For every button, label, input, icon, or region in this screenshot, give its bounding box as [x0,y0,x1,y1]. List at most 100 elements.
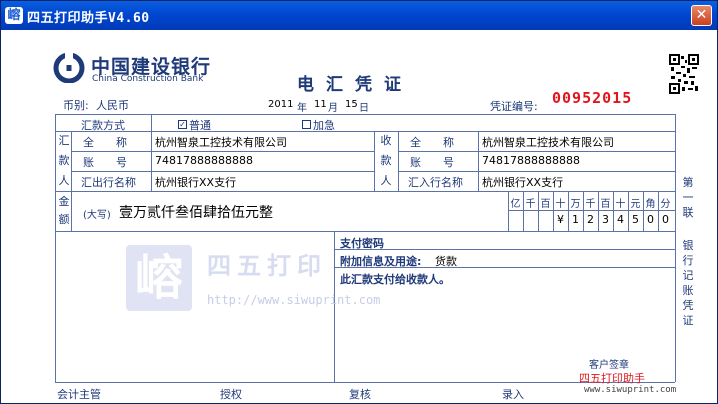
table-border-top [55,114,675,115]
date-year: 2011 [268,99,294,110]
digit-header: 十 [615,199,626,210]
payer-account-label: 账 号 [83,156,127,169]
watermark-url: http://www.siwuprint.com [207,293,381,307]
divider [374,131,375,191]
form-title: 电汇凭证 [297,75,413,95]
copy-label-8: 账 [682,284,694,297]
copy-label-5: 银 [682,239,694,252]
copy-label-10: 证 [682,314,694,327]
entry-label: 录入 [502,388,524,401]
payer-account[interactable]: 74817888888888 [155,154,253,167]
payee-account-label: 账 号 [410,156,454,169]
window-title: 四五打印助手V4.60 [27,11,150,26]
ccb-logo-icon [53,53,85,83]
payer-full-name[interactable]: 杭州智泉工控技术有限公司 [155,134,287,150]
divider [55,131,675,132]
normal-checkbox[interactable]: ✓ [178,120,187,129]
copy-label-7: 记 [682,269,694,282]
copy-label-6: 行 [682,254,694,267]
watermark-logo-icon: 嵱 [126,245,192,311]
divider [55,191,675,192]
copy-label-9: 凭 [682,299,694,312]
digit-col-line [523,191,524,231]
payee-name-label: 全 称 [410,136,454,149]
digit-value: 1 [572,213,579,226]
payer-bank-label: 汇出行名称 [81,176,136,189]
digit-value: 4 [617,213,624,226]
digit-header: 亿 [510,199,521,210]
table-border-left [55,114,56,382]
digit-col-line [628,191,629,231]
divider [398,131,399,191]
watermark-name: 四五打印 [207,251,327,280]
urgent-checkbox[interactable] [302,120,311,129]
amount-vertical-2: 额 [58,213,70,226]
remit-method-label: 汇款方式 [81,119,125,132]
pay-note: 此汇款支付给收款人。 [340,273,450,286]
digit-col-line [643,191,644,231]
app-icon[interactable]: 嵱 [5,7,23,24]
divider [478,131,479,191]
amount-vertical-1: 金 [58,195,70,208]
digit-header: 千 [525,199,536,210]
divider [151,114,152,131]
copy-label-2: 一 [682,191,694,204]
app-window: 嵱 四五打印助手V4.60 ✕ 中国建设银行 China Constructio… [0,0,718,404]
title-bar[interactable]: 嵱 四五打印助手V4.60 ✕ [1,1,717,30]
divider [334,249,675,250]
digit-header: 十 [555,199,566,210]
digit-col-line [613,191,614,231]
digit-col-line [658,191,659,231]
digit-header: 千 [585,199,596,210]
digit-col-line [538,191,539,231]
digit-value: ¥ [557,213,564,226]
digit-col-line [568,191,569,231]
close-button[interactable]: ✕ [691,5,712,26]
digit-header: 分 [660,199,671,210]
voucher-canvas: 中国建设银行 China Construction Bank 电汇凭证 币别: … [1,30,717,403]
normal-option-label: 普通 [189,119,211,132]
payee-full-name[interactable]: 杭州智泉工控技术有限公司 [482,134,614,150]
payment-password-label: 支付密码 [340,237,384,250]
divider [55,231,675,232]
digit-header: 元 [630,199,641,210]
footer-brand: 四五打印助手 [579,372,645,385]
currency-value: 人民币 [96,99,129,112]
digit-header: 角 [645,199,656,210]
divider [151,131,152,191]
digit-value: 5 [632,213,639,226]
customer-sign-label: 客户签章 [589,360,629,371]
currency-label: 币别: [63,99,89,112]
divider [71,191,72,231]
payee-bank[interactable]: 杭州银行XX支行 [482,174,563,190]
authorize-label: 授权 [220,388,242,401]
qr-code-icon [669,54,699,94]
payee-vertical-1: 收 [380,134,392,147]
payee-vertical-2: 款 [380,154,392,167]
digit-col-line [598,191,599,231]
payer-bank[interactable]: 杭州银行XX支行 [155,174,236,190]
copy-label-3: 联 [682,206,694,219]
divider [398,171,675,172]
amount-upper-label: (大写) [83,210,111,221]
accountant-label: 会计主管 [57,388,101,401]
digit-col-line [583,191,584,231]
day-unit: 日 [359,103,369,114]
amount-upper-value[interactable]: 壹万贰仟叁佰肆拾伍元整 [119,202,273,222]
urgent-option-label: 加急 [313,119,335,132]
voucher-number: 00952015 [552,89,633,107]
copy-label-1: 第 [682,176,694,189]
payee-account[interactable]: 74817888888888 [482,154,580,167]
extra-info-value[interactable]: 货款 [435,253,457,269]
payer-vertical-1: 汇 [58,134,70,147]
date-month: 11 [314,99,327,110]
year-unit: 年 [297,103,307,114]
digit-col-line [553,191,554,231]
payer-vertical-3: 人 [58,174,70,187]
bank-name-english: China Construction Bank [92,74,204,84]
payer-vertical-2: 款 [58,154,70,167]
review-label: 复核 [349,388,371,401]
payee-bank-label: 汇入行名称 [408,176,463,189]
divider [71,151,374,152]
date-day: 15 [345,99,358,110]
